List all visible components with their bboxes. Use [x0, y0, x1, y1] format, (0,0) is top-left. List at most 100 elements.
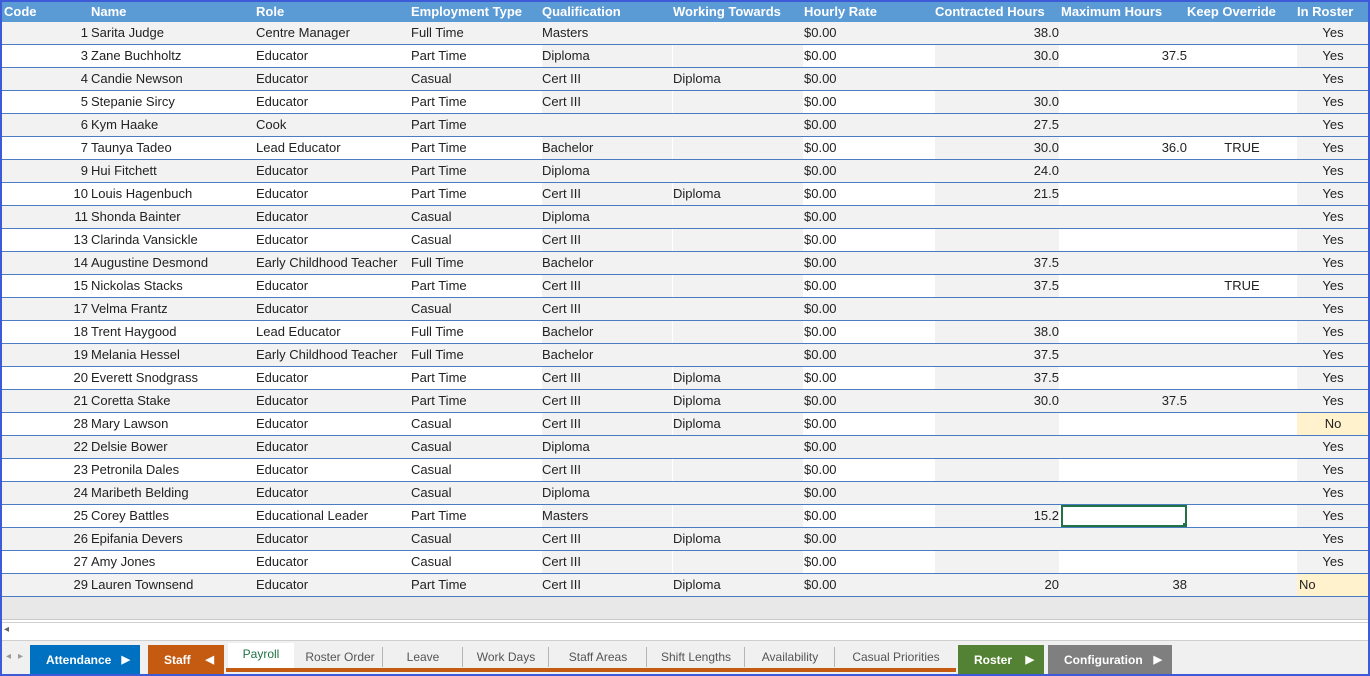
- cell-override[interactable]: [1187, 528, 1297, 550]
- cell-role[interactable]: Educator: [256, 45, 408, 67]
- cell-roster[interactable]: Yes: [1297, 436, 1368, 458]
- cell-role[interactable]: Early Childhood Teacher: [256, 252, 408, 274]
- cell-code[interactable]: 21: [4, 390, 88, 412]
- cell-qual[interactable]: Diploma: [542, 436, 672, 458]
- cell-max[interactable]: [1061, 91, 1187, 113]
- tab-work-days[interactable]: Work Days: [464, 647, 549, 667]
- cell-qual[interactable]: Cert III: [542, 298, 672, 320]
- cell-code[interactable]: 13: [4, 229, 88, 251]
- cell-contracted[interactable]: 37.5: [935, 367, 1059, 389]
- cell-roster[interactable]: Yes: [1297, 321, 1368, 343]
- cell-name[interactable]: Coretta Stake: [91, 390, 251, 412]
- cell-name[interactable]: Lauren Townsend: [91, 574, 251, 596]
- cell-roster[interactable]: Yes: [1297, 160, 1368, 182]
- cell-emp[interactable]: Part Time: [411, 91, 539, 113]
- cell-max[interactable]: [1061, 344, 1187, 366]
- cell-emp[interactable]: Part Time: [411, 505, 539, 527]
- cell-role[interactable]: Educator: [256, 574, 408, 596]
- cell-emp[interactable]: Casual: [411, 413, 539, 435]
- cell-max[interactable]: [1061, 252, 1187, 274]
- cell-emp[interactable]: Casual: [411, 229, 539, 251]
- cell-emp[interactable]: Casual: [411, 206, 539, 228]
- cell-name[interactable]: Epifania Devers: [91, 528, 251, 550]
- cell-max[interactable]: 37.5: [1061, 45, 1187, 67]
- cell-override[interactable]: [1187, 482, 1297, 504]
- cell-name[interactable]: Corey Battles: [91, 505, 251, 527]
- cell-towards[interactable]: [673, 482, 803, 504]
- header-working-towards[interactable]: Working Towards: [673, 4, 781, 19]
- horizontal-scrollbar[interactable]: ◂: [2, 622, 1368, 639]
- cell-rate[interactable]: $0.00: [804, 91, 934, 113]
- cell-rate[interactable]: $0.00: [804, 229, 934, 251]
- header-code[interactable]: Code: [4, 4, 37, 19]
- cell-towards[interactable]: Diploma: [673, 367, 803, 389]
- cell-max[interactable]: [1061, 413, 1187, 435]
- cell-roster[interactable]: Yes: [1297, 344, 1368, 366]
- cell-override[interactable]: [1187, 183, 1297, 205]
- cell-contracted[interactable]: [935, 68, 1059, 90]
- cell-max[interactable]: [1061, 551, 1187, 573]
- cell-override[interactable]: [1187, 505, 1297, 527]
- cell-towards[interactable]: [673, 321, 803, 343]
- cell-code[interactable]: 10: [4, 183, 88, 205]
- cell-override[interactable]: [1187, 22, 1297, 44]
- cell-name[interactable]: Delsie Bower: [91, 436, 251, 458]
- cell-towards[interactable]: Diploma: [673, 528, 803, 550]
- cell-rate[interactable]: $0.00: [804, 114, 934, 136]
- tab-leave[interactable]: Leave: [384, 647, 463, 667]
- cell-override[interactable]: TRUE: [1187, 137, 1297, 159]
- cell-qual[interactable]: Cert III: [542, 574, 672, 596]
- cell-towards[interactable]: [673, 137, 803, 159]
- cell-max[interactable]: 37.5: [1061, 390, 1187, 412]
- cell-override[interactable]: [1187, 344, 1297, 366]
- cell-code[interactable]: 1: [4, 22, 88, 44]
- header-hourly-rate[interactable]: Hourly Rate: [804, 4, 877, 19]
- cell-code[interactable]: 26: [4, 528, 88, 550]
- cell-roster[interactable]: Yes: [1297, 252, 1368, 274]
- cell-max[interactable]: 36.0: [1061, 137, 1187, 159]
- cell-roster[interactable]: Yes: [1297, 367, 1368, 389]
- roster-button[interactable]: Roster ▶: [958, 645, 1044, 674]
- cell-towards[interactable]: [673, 298, 803, 320]
- cell-contracted[interactable]: [935, 206, 1059, 228]
- cell-emp[interactable]: Part Time: [411, 183, 539, 205]
- cell-name[interactable]: Maribeth Belding: [91, 482, 251, 504]
- cell-role[interactable]: Educator: [256, 229, 408, 251]
- cell-qual[interactable]: Diploma: [542, 482, 672, 504]
- cell-towards[interactable]: Diploma: [673, 574, 803, 596]
- cell-rate[interactable]: $0.00: [804, 413, 934, 435]
- cell-name[interactable]: Petronila Dales: [91, 459, 251, 481]
- cell-towards[interactable]: [673, 45, 803, 67]
- cell-qual[interactable]: Bachelor: [542, 252, 672, 274]
- cell-roster[interactable]: Yes: [1297, 206, 1368, 228]
- cell-override[interactable]: [1187, 390, 1297, 412]
- cell-emp[interactable]: Part Time: [411, 114, 539, 136]
- cell-rate[interactable]: $0.00: [804, 68, 934, 90]
- cell-override[interactable]: [1187, 114, 1297, 136]
- cell-role[interactable]: Lead Educator: [256, 137, 408, 159]
- cell-max[interactable]: [1061, 505, 1187, 527]
- cell-emp[interactable]: Part Time: [411, 390, 539, 412]
- cell-role[interactable]: Educator: [256, 206, 408, 228]
- cell-rate[interactable]: $0.00: [804, 505, 934, 527]
- cell-override[interactable]: [1187, 206, 1297, 228]
- configuration-button[interactable]: Configuration ▶: [1048, 645, 1172, 674]
- cell-role[interactable]: Educator: [256, 298, 408, 320]
- cell-max[interactable]: [1061, 183, 1187, 205]
- cell-rate[interactable]: $0.00: [804, 137, 934, 159]
- cell-emp[interactable]: Casual: [411, 551, 539, 573]
- cell-roster[interactable]: Yes: [1297, 459, 1368, 481]
- cell-override[interactable]: [1187, 551, 1297, 573]
- cell-roster[interactable]: Yes: [1297, 91, 1368, 113]
- cell-max[interactable]: [1061, 206, 1187, 228]
- cell-max[interactable]: [1061, 275, 1187, 297]
- cell-code[interactable]: 22: [4, 436, 88, 458]
- cell-name[interactable]: Stepanie Sircy: [91, 91, 251, 113]
- cell-name[interactable]: Velma Frantz: [91, 298, 251, 320]
- cell-qual[interactable]: Cert III: [542, 551, 672, 573]
- cell-roster[interactable]: Yes: [1297, 298, 1368, 320]
- cell-max[interactable]: [1061, 298, 1187, 320]
- cell-rate[interactable]: $0.00: [804, 390, 934, 412]
- cell-towards[interactable]: Diploma: [673, 413, 803, 435]
- cell-qual[interactable]: Cert III: [542, 91, 672, 113]
